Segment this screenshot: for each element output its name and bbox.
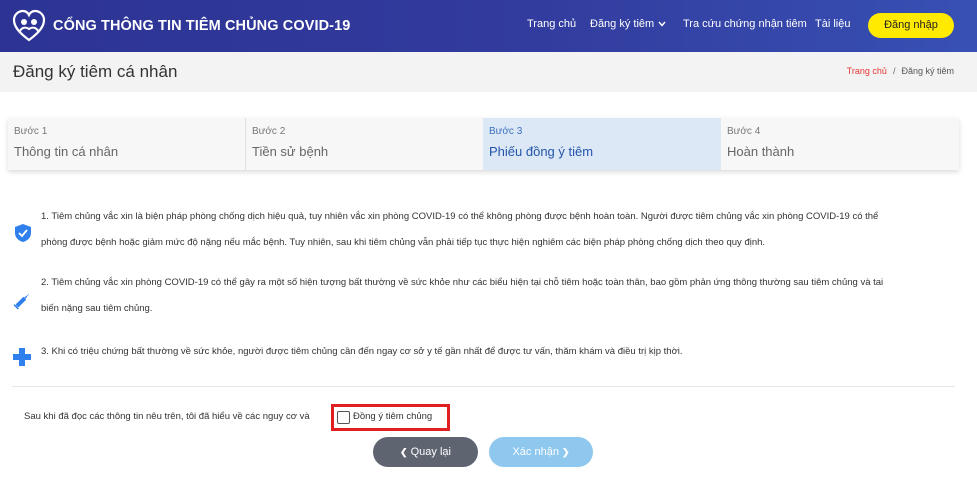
term-item-2: 2. Tiêm chủng vắc xin phòng COVID-19 có … (41, 270, 961, 322)
term-text-line: biến nặng sau tiêm chủng. (41, 303, 153, 314)
term-text-line: 2. Tiêm chủng vắc xin phòng COVID-19 có … (41, 277, 884, 288)
login-button[interactable]: Đăng nhập (868, 13, 954, 38)
medical-cross-icon (13, 348, 31, 366)
term-text-line: phòng được bệnh hoặc giảm mức độ nặng nế… (41, 237, 766, 248)
agree-checkbox-label[interactable]: Đồng ý tiêm chủng (353, 411, 432, 422)
step-name: Tiền sử bệnh (252, 144, 329, 159)
step-2: Bước 2 Tiền sử bệnh (246, 118, 484, 170)
step-1: Bước 1 Thông tin cá nhân (8, 118, 246, 170)
nav-register[interactable]: Đăng ký tiêm (590, 18, 666, 30)
step-name: Thông tin cá nhân (14, 144, 119, 159)
breadcrumb: Trang chủ / Đăng ký tiêm (847, 66, 954, 76)
breadcrumb-separator: / (892, 66, 896, 76)
back-button-label: Quay lại (410, 446, 451, 458)
term-item-1: 1. Tiêm chủng vắc xin là biện pháp phòng… (41, 204, 961, 256)
term-item-3: 3. Khi có triệu chứng bất thường về sức … (41, 339, 961, 365)
step-number: Bước 3 (489, 126, 523, 137)
agreement-text: Sau khi đã đọc các thông tin nêu trên, t… (24, 411, 310, 422)
back-button[interactable]: ❮ Quay lại (373, 437, 478, 467)
syringe-icon (13, 294, 29, 310)
step-number: Bước 1 (14, 126, 48, 137)
chevron-right-icon: ❯ (562, 447, 570, 457)
confirm-button[interactable]: Xác nhận ❯ (489, 437, 593, 467)
nav-lookup[interactable]: Tra cứu chứng nhận tiêm (683, 18, 807, 30)
breadcrumb-home-link[interactable]: Trang chủ (847, 66, 887, 76)
agree-checkbox[interactable] (337, 411, 350, 424)
breadcrumb-current: Đăng ký tiêm (901, 66, 954, 76)
nav-docs[interactable]: Tài liệu (815, 18, 850, 30)
term-text-line: 1. Tiêm chủng vắc xin là biện pháp phòng… (41, 211, 879, 222)
logo-heart-icon[interactable] (12, 9, 46, 43)
top-header: CỔNG THÔNG TIN TIÊM CHỦNG COVID-19 Trang… (0, 0, 977, 52)
step-3-active: Bước 3 Phiếu đồng ý tiêm (483, 118, 721, 170)
step-number: Bước 2 (252, 126, 286, 137)
chevron-left-icon: ❮ (400, 447, 408, 457)
chevron-down-icon (658, 18, 666, 30)
step-number: Bước 4 (727, 126, 761, 137)
page-title-band: Đăng ký tiêm cá nhân Trang chủ / Đăng ký t… (0, 52, 977, 92)
step-4: Bước 4 Hoàn thành (721, 118, 959, 170)
nav-home[interactable]: Trang chủ (527, 18, 576, 30)
divider (12, 386, 955, 387)
page-title: Đăng ký tiêm cá nhân (13, 62, 178, 81)
shield-check-icon (15, 224, 31, 242)
step-name: Phiếu đồng ý tiêm (489, 144, 594, 159)
registration-stepper: Bước 1 Thông tin cá nhân Bước 2 Tiền sử … (8, 118, 959, 170)
brand-title[interactable]: CỔNG THÔNG TIN TIÊM CHỦNG COVID-19 (53, 18, 350, 34)
confirm-button-label: Xác nhận (512, 446, 559, 458)
term-text-line: 3. Khi có triệu chứng bất thường về sức … (41, 346, 683, 357)
nav-register-label: Đăng ký tiêm (590, 18, 655, 30)
step-name: Hoàn thành (727, 144, 795, 159)
